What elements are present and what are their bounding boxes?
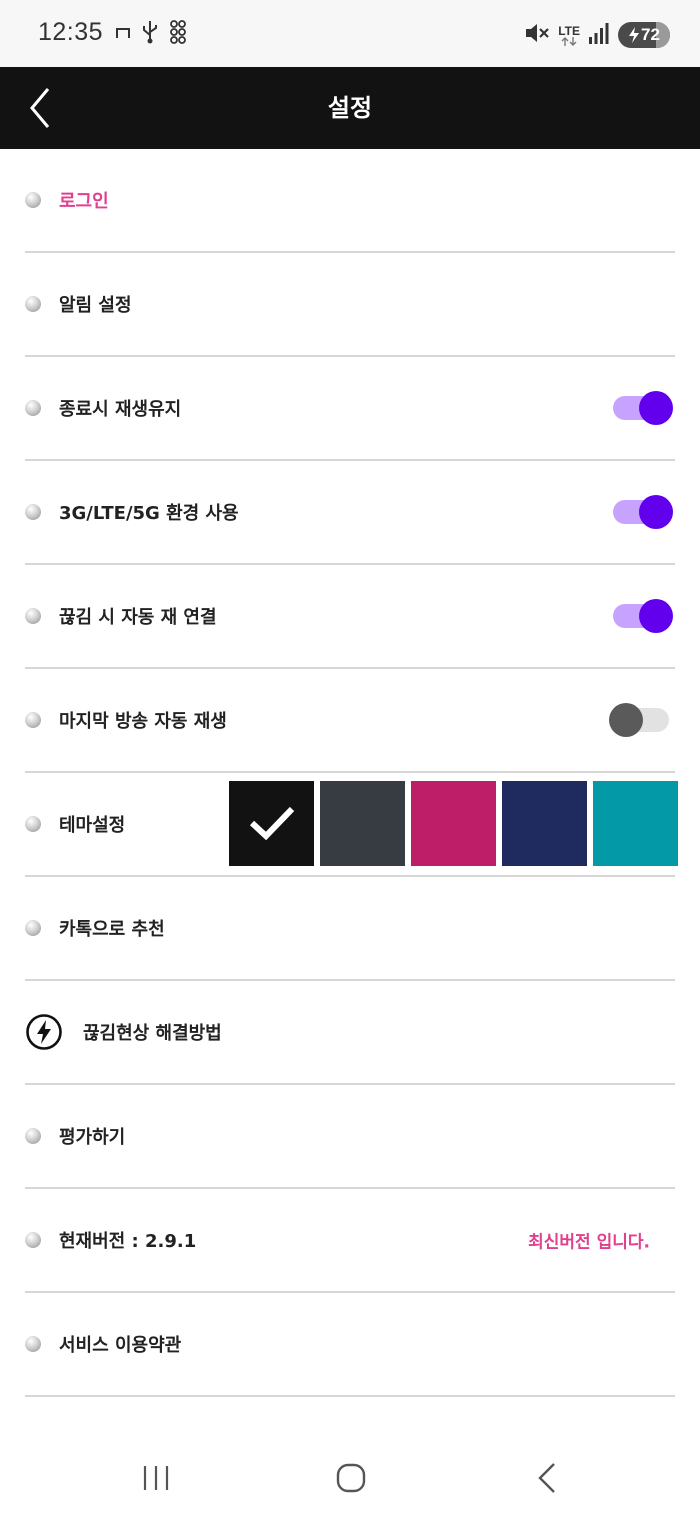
bullet-icon — [25, 1336, 41, 1352]
notifications-label: 알림 설정 — [59, 295, 132, 316]
lightning-icon — [26, 1014, 62, 1050]
settings-row-version: 현재버전 : 2.9.1 최신버전 입니다. — [25, 1189, 675, 1293]
rate-label: 평가하기 — [59, 1127, 126, 1148]
recommend-label: 카톡으로 추천 — [59, 919, 165, 940]
theme-swatch-slate[interactable] — [320, 781, 405, 866]
theme-swatch-magenta[interactable] — [411, 781, 496, 866]
bullet-icon — [25, 1232, 41, 1248]
status-time: 12:35 — [38, 18, 104, 46]
status-icons-right: LTE 72 — [524, 20, 670, 50]
theme-swatch-black[interactable] — [229, 781, 314, 866]
version-label: 현재버전 : 2.9.1 — [59, 1231, 197, 1252]
settings-row-theme: 테마설정 — [25, 773, 678, 877]
version-status: 최신버전 입니다. — [528, 1232, 650, 1253]
grid-icon — [169, 19, 187, 49]
signal-icon — [588, 21, 610, 49]
lte-label: LTE — [558, 23, 580, 38]
auto-reconnect-toggle[interactable] — [611, 599, 673, 633]
usb-icon — [141, 19, 159, 49]
mute-icon — [524, 21, 550, 49]
back-button[interactable] — [22, 85, 62, 131]
chevron-left-icon — [30, 88, 50, 128]
theme-swatches — [229, 781, 678, 866]
autoplay-last-label: 마지막 방송 자동 재생 — [59, 711, 227, 732]
ribbon-icon — [115, 25, 131, 44]
bullet-icon — [25, 400, 41, 416]
system-back-button[interactable] — [528, 1458, 568, 1498]
troubleshoot-label: 끊김현상 해결방법 — [83, 1023, 222, 1044]
page-title: 설정 — [327, 94, 373, 122]
settings-row-autoplay-last: 마지막 방송 자동 재생 — [25, 669, 675, 773]
mobile-data-toggle[interactable] — [611, 495, 673, 529]
keep-playing-label: 종료시 재생유지 — [59, 399, 182, 420]
bullet-icon — [25, 712, 41, 728]
settings-row-notifications[interactable]: 알림 설정 — [25, 253, 675, 357]
app-header: 설정 — [0, 67, 700, 149]
theme-swatch-teal[interactable] — [593, 781, 678, 866]
battery-icon: 72 — [618, 22, 670, 48]
status-bar: 12:35 LTE 72 — [0, 0, 700, 67]
lte-icon: LTE — [558, 25, 580, 46]
recent-apps-button[interactable] — [136, 1458, 176, 1498]
auto-reconnect-label: 끊김 시 자동 재 연결 — [59, 607, 217, 628]
recent-apps-icon — [143, 1466, 169, 1490]
settings-row-login[interactable]: 로그인 — [25, 149, 675, 253]
settings-row-mobile-data: 3G/LTE/5G 환경 사용 — [25, 461, 675, 565]
bullet-icon — [25, 296, 41, 312]
settings-row-rate[interactable]: 평가하기 — [25, 1085, 675, 1189]
bullet-icon — [25, 608, 41, 624]
home-icon — [336, 1463, 366, 1493]
status-icons-left — [115, 20, 187, 48]
theme-label: 테마설정 — [59, 815, 126, 836]
battery-level: 72 — [641, 25, 660, 44]
settings-row-recommend[interactable]: 카톡으로 추천 — [25, 877, 675, 981]
checkmark-icon — [249, 806, 295, 841]
keep-playing-toggle[interactable] — [611, 391, 673, 425]
theme-swatch-navy[interactable] — [502, 781, 587, 866]
bullet-icon — [25, 816, 41, 832]
bullet-icon — [25, 192, 41, 208]
home-button[interactable] — [331, 1458, 371, 1498]
bullet-icon — [25, 504, 41, 520]
bullet-icon — [25, 1128, 41, 1144]
terms-label: 서비스 이용약관 — [59, 1335, 182, 1356]
back-icon — [538, 1463, 555, 1493]
login-label: 로그인 — [59, 191, 109, 212]
autoplay-last-toggle[interactable] — [609, 703, 671, 737]
settings-row-troubleshoot[interactable]: 끊김현상 해결방법 — [25, 981, 675, 1085]
bullet-icon — [25, 920, 41, 936]
settings-row-keep-playing: 종료시 재생유지 — [25, 357, 675, 461]
settings-row-terms[interactable]: 서비스 이용약관 — [25, 1293, 675, 1397]
mobile-data-label: 3G/LTE/5G 환경 사용 — [59, 503, 239, 524]
system-nav-bar — [0, 1430, 700, 1517]
settings-row-auto-reconnect: 끊김 시 자동 재 연결 — [25, 565, 675, 669]
